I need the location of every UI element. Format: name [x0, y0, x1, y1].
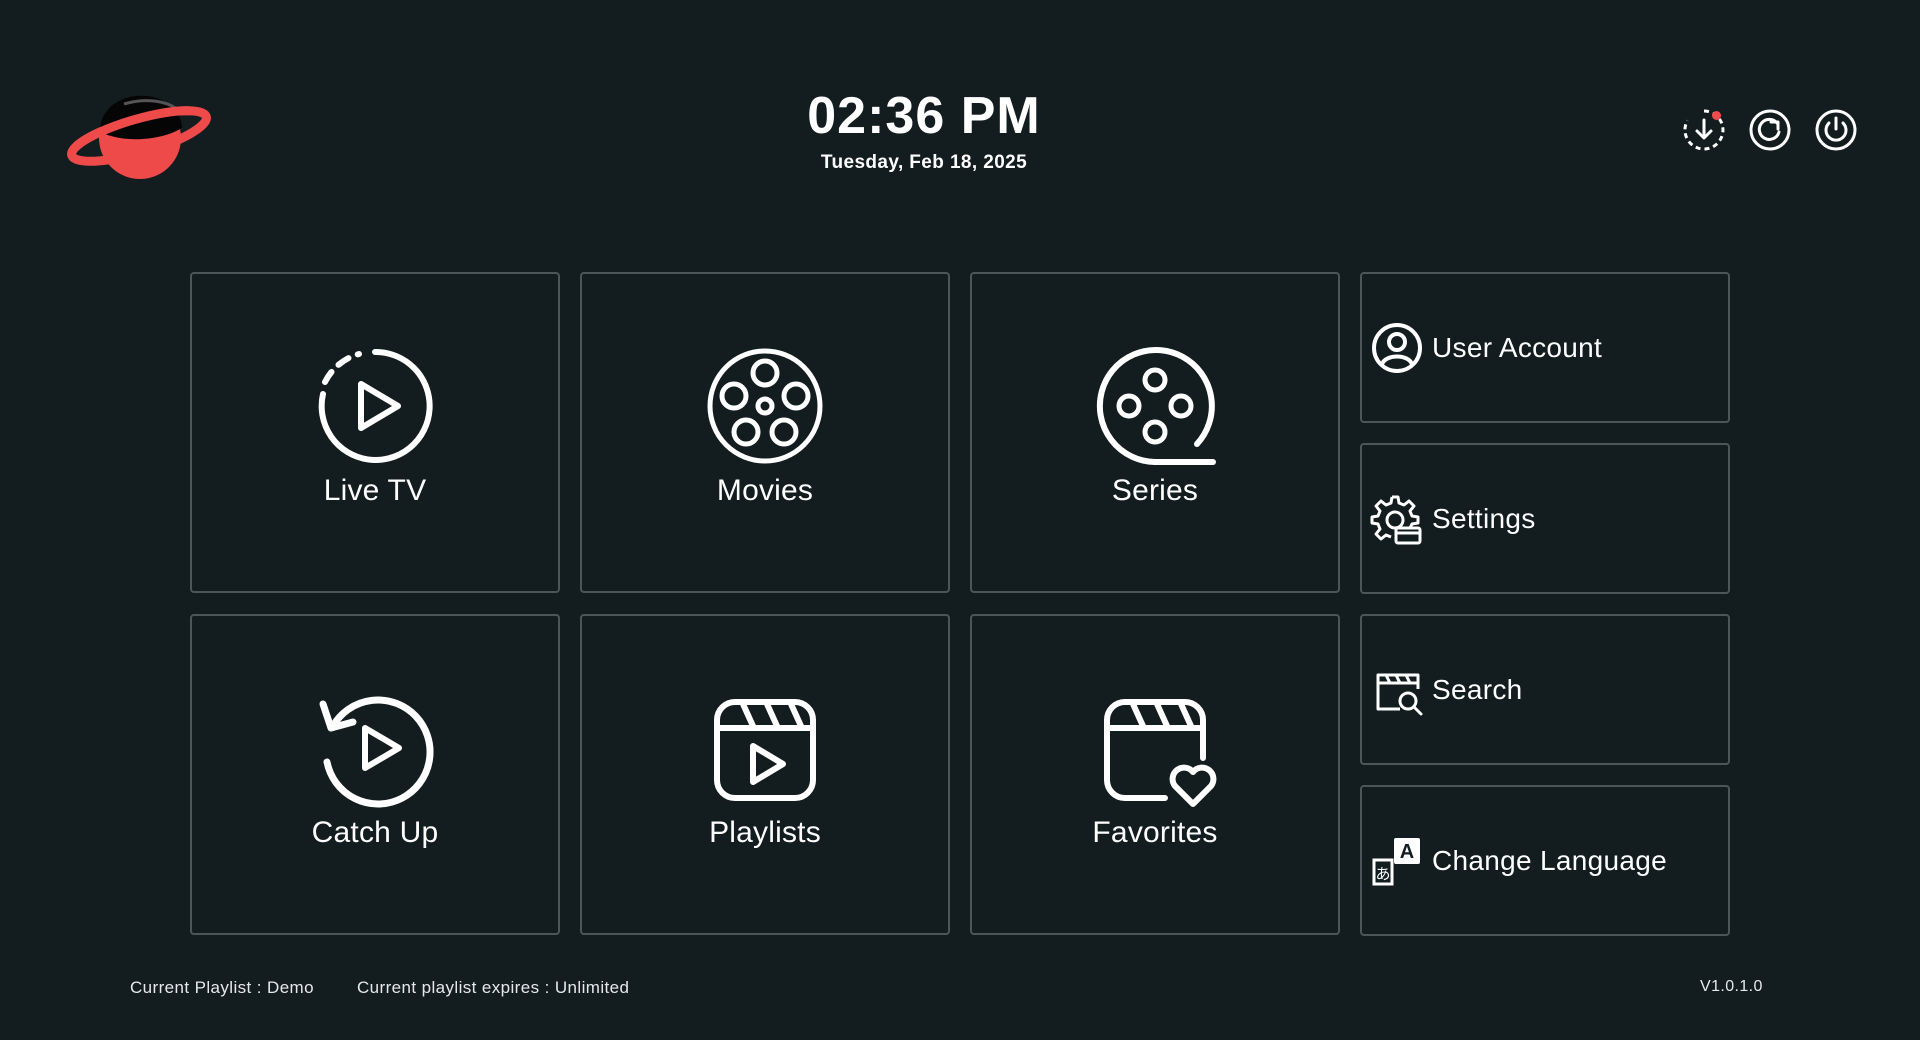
- tile-playlists[interactable]: Playlists: [580, 614, 950, 935]
- tile-movies[interactable]: Movies: [580, 272, 950, 593]
- svg-text:A: A: [1400, 841, 1414, 863]
- menu-label: Change Language: [1432, 844, 1667, 876]
- top-toolbar: [1682, 108, 1858, 152]
- clock: 02:36 PM Tuesday, Feb 18, 2025: [0, 86, 1848, 174]
- tile-label: Favorites: [1092, 816, 1218, 849]
- refresh-icon: [1749, 109, 1791, 151]
- download-button[interactable]: [1682, 108, 1726, 152]
- notification-dot: [1712, 111, 1721, 120]
- menu-settings[interactable]: Settings: [1360, 443, 1730, 594]
- power-icon: [1815, 109, 1857, 151]
- tile-live-tv[interactable]: Live TV: [190, 272, 560, 593]
- current-playlist-text: Current Playlist : Demo: [130, 978, 314, 997]
- playlist-expiry-text: Current playlist expires : Unlimited: [357, 978, 630, 997]
- user-account-icon: [1370, 321, 1424, 375]
- refresh-button[interactable]: [1748, 108, 1792, 152]
- menu-label: Search: [1432, 673, 1523, 705]
- tile-series[interactable]: Series: [970, 272, 1340, 593]
- tile-label: Live TV: [323, 474, 427, 507]
- series-reel-icon: [1093, 344, 1217, 468]
- menu-label: User Account: [1432, 331, 1603, 363]
- tile-label: Series: [1111, 474, 1199, 507]
- playlist-icon: [703, 686, 827, 810]
- menu-change-language[interactable]: A あ Change Language: [1360, 785, 1730, 936]
- power-button[interactable]: [1814, 108, 1858, 152]
- live-tv-icon: [313, 344, 437, 468]
- tile-favorites[interactable]: Favorites: [970, 614, 1340, 935]
- catch-up-icon: [313, 686, 437, 810]
- svg-text:あ: あ: [1375, 865, 1390, 883]
- clock-time: 02:36 PM: [807, 87, 1041, 145]
- version-label: V1.0.1.0: [1700, 978, 1763, 995]
- menu-search[interactable]: Search: [1360, 614, 1730, 765]
- language-icon: A あ: [1370, 834, 1424, 888]
- favorites-icon: [1093, 686, 1217, 810]
- clock-date: Tuesday, Feb 18, 2025: [820, 152, 1028, 173]
- tile-catch-up[interactable]: Catch Up: [190, 614, 560, 935]
- film-reel-icon: [703, 344, 827, 468]
- settings-icon: [1370, 492, 1424, 546]
- tile-label: Catch Up: [311, 816, 439, 849]
- tile-label: Movies: [716, 474, 814, 507]
- search-icon: [1370, 663, 1424, 717]
- tile-label: Playlists: [709, 816, 821, 849]
- menu-label: Settings: [1432, 502, 1536, 534]
- menu-user-account[interactable]: User Account: [1360, 272, 1730, 423]
